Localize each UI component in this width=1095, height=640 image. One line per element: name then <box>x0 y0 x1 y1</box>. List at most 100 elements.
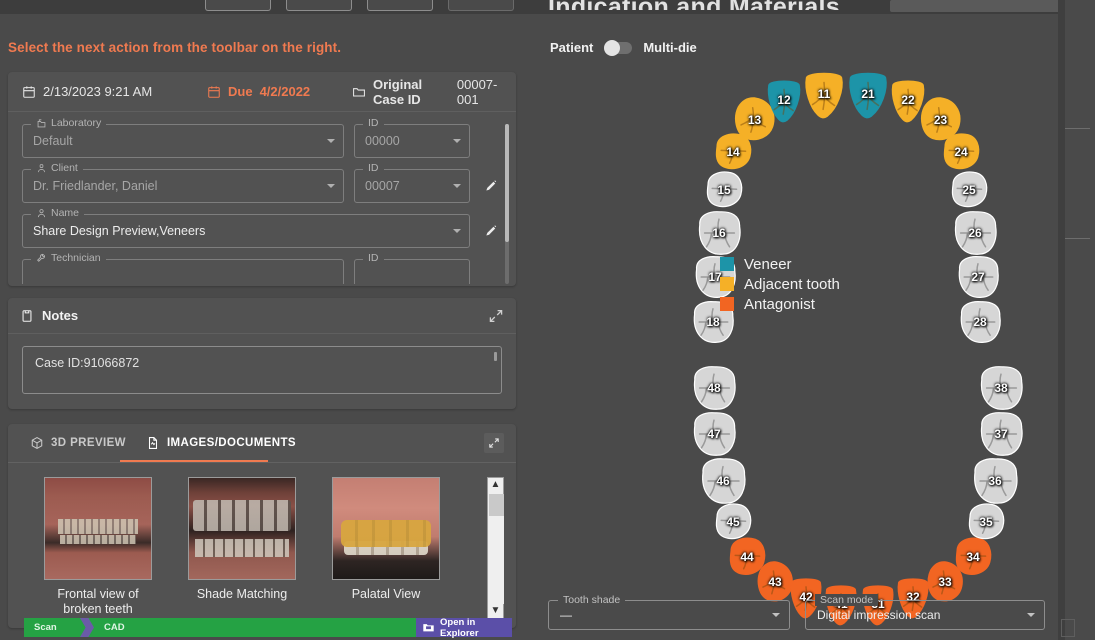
edit-name-button[interactable] <box>480 214 502 248</box>
list-item[interactable]: Frontal view of broken teeth <box>44 477 152 617</box>
bottom-selects: Tooth shade — Scan mode Digital impressi… <box>548 594 1050 630</box>
case-date-text: 2/13/2023 9:21 AM <box>43 84 153 99</box>
notes-text: Case ID:91066872 <box>35 356 140 370</box>
form-scrollbar[interactable] <box>505 124 509 284</box>
chevron-down-icon <box>772 613 780 617</box>
tooth-38[interactable]: 38 <box>977 365 1025 411</box>
preview-tabs: 3D PREVIEW IMAGES/DOCUMENTS <box>8 424 516 462</box>
tooth-48[interactable]: 48 <box>690 365 738 411</box>
client-value: Dr. Friedlander, Daniel <box>33 179 158 193</box>
tooth-12[interactable]: 12 <box>765 78 803 123</box>
technician-id-select[interactable]: ID <box>354 252 470 284</box>
tooth-16[interactable]: 16 <box>695 210 743 256</box>
tooth-15[interactable]: 15 <box>703 170 745 210</box>
thumbnail-caption: Palatal View <box>351 587 421 601</box>
tooth-47[interactable]: 47 <box>690 411 738 457</box>
chevron-down-icon[interactable]: ▼ <box>491 606 501 616</box>
chevron-down-icon <box>327 184 335 188</box>
tooth-shade-select[interactable]: Tooth shade — <box>548 594 790 630</box>
workflow-bottom-bar: Scan CAD Open in Explorer <box>24 617 512 639</box>
due-date-text: 4/2/2022 <box>259 84 311 99</box>
list-item[interactable]: Palatal View <box>332 477 440 617</box>
dental-cad-window: Indication and Materials Select the next… <box>0 0 1095 640</box>
toolbar-corner-button[interactable] <box>1061 619 1075 637</box>
tooth-shade-label: Tooth shade <box>558 594 626 606</box>
technician-select[interactable]: Technician <box>22 252 344 284</box>
thumbnail-caption: Frontal view of broken teeth <box>57 587 139 616</box>
tooth-36[interactable]: 36 <box>970 457 1020 505</box>
notes-resize-grip[interactable] <box>494 352 497 361</box>
form-row-client: Client Dr. Friedlander, Daniel ID 00007 <box>22 162 502 203</box>
laboratory-value: Default <box>33 134 73 148</box>
open-in-explorer-button[interactable]: Open in Explorer <box>416 617 512 639</box>
tooth-chart[interactable]: 18 17 16 15 14 13 12 11 21 22 23 24 25 26 27 28 48 47 46 45… <box>540 70 1058 626</box>
scan-mode-value: Digital impression scan <box>817 608 941 622</box>
pencil-icon <box>485 179 496 190</box>
chevron-down-icon <box>453 184 461 188</box>
tooth-26[interactable]: 26 <box>951 210 999 256</box>
step-scan-label[interactable]: Scan <box>24 622 80 633</box>
laboratory-id-select[interactable]: ID 00000 <box>354 117 470 158</box>
tooth-28[interactable]: 28 <box>957 300 1003 344</box>
header-field-stub[interactable] <box>890 0 1060 12</box>
tooth-21[interactable]: 21 <box>846 70 890 119</box>
client-select[interactable]: Client Dr. Friedlander, Daniel <box>22 162 344 203</box>
thumbnail-caption: Shade Matching <box>196 587 288 601</box>
step-cad-label[interactable]: CAD <box>94 622 125 633</box>
client-id-value: 00007 <box>365 179 400 193</box>
notes-textarea[interactable]: Case ID:91066872 <box>22 346 502 394</box>
tooth-27[interactable]: 27 <box>955 255 1001 299</box>
legend-label: Adjacent tooth <box>744 275 840 293</box>
top-tab-stub-3[interactable] <box>367 0 433 11</box>
tooth-37[interactable]: 37 <box>977 411 1025 457</box>
lab-icon <box>37 118 46 127</box>
laboratory-id-value: 00000 <box>365 134 400 148</box>
top-tab-stub-4[interactable] <box>448 0 514 11</box>
wrench-icon <box>37 253 45 262</box>
legend-swatch <box>720 277 734 291</box>
expand-icon[interactable] <box>488 308 504 324</box>
name-select[interactable]: Name Share Design Preview,Veneers <box>22 207 470 248</box>
client-icon <box>37 163 46 172</box>
tooth-34[interactable]: 34 <box>952 536 994 578</box>
chevron-down-icon <box>327 139 335 143</box>
edit-client-button[interactable] <box>480 169 502 203</box>
thumbnail-image[interactable] <box>188 477 296 580</box>
chevron-up-icon[interactable]: ▲ <box>491 480 501 490</box>
right-vertical-toolbar[interactable] <box>1058 0 1095 640</box>
client-label: Client <box>31 162 83 174</box>
thumbnail-image[interactable] <box>44 477 152 580</box>
scan-mode-select[interactable]: Scan mode Digital impression scan <box>805 594 1045 630</box>
toolbar-divider <box>1065 128 1090 129</box>
patient-multidie-switch[interactable] <box>604 39 633 56</box>
cube-icon <box>31 436 43 450</box>
thumbnail-scrollbar[interactable]: ▲ ▼ <box>487 477 504 619</box>
technician-label: Technician <box>31 252 106 264</box>
legend-item-veneer: Veneer <box>720 254 840 274</box>
client-id-select[interactable]: ID 00007 <box>354 162 470 203</box>
thumbnail-image[interactable] <box>332 477 440 580</box>
tab-images-documents[interactable]: IMAGES/DOCUMENTS <box>136 424 306 462</box>
case-id-value: 00007-001 <box>456 76 498 107</box>
tooth-46[interactable]: 46 <box>698 457 748 505</box>
top-tab-stub-1[interactable] <box>205 0 271 11</box>
top-tab-stub-2[interactable] <box>286 0 352 11</box>
tooth-35[interactable]: 35 <box>965 502 1007 542</box>
case-date: 2/13/2023 9:21 AM <box>22 84 207 99</box>
legend-item-adjacent: Adjacent tooth <box>720 274 840 294</box>
preview-card: 3D PREVIEW IMAGES/DOCUMENTS Frontal view… <box>8 424 516 628</box>
list-item[interactable]: Shade Matching <box>188 477 296 617</box>
left-panel: Select the next action from the toolbar … <box>0 14 540 640</box>
scrollbar-thumb[interactable] <box>489 494 504 516</box>
calendar-icon <box>22 85 36 99</box>
toolbar-divider <box>1065 238 1090 239</box>
tooth-24[interactable]: 24 <box>940 132 982 172</box>
tooth-25[interactable]: 25 <box>948 170 990 210</box>
tooth-11[interactable]: 11 <box>802 70 846 119</box>
form-row-name: Name Share Design Preview,Veneers <box>22 207 502 248</box>
tab-3d-preview[interactable]: 3D PREVIEW <box>20 424 136 462</box>
person-icon <box>37 208 46 217</box>
laboratory-select[interactable]: Laboratory Default <box>22 117 344 158</box>
expand-icon[interactable] <box>484 433 504 453</box>
